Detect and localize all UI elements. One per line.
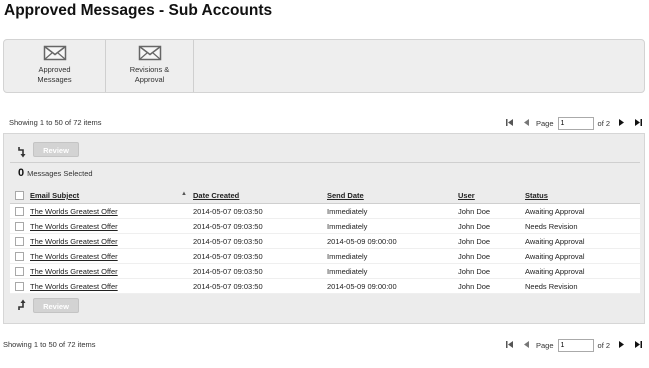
page-of-label: of 2 bbox=[597, 119, 611, 128]
row-checkbox[interactable] bbox=[14, 206, 24, 216]
date-created-cell: 2014-05-07 09:03:50 bbox=[191, 218, 325, 234]
pagination-top: Page of 2 bbox=[505, 117, 643, 130]
messages-panel: Review 0 Messages Selected Email Subject ▲… bbox=[3, 133, 645, 324]
prev-page-icon[interactable] bbox=[523, 118, 530, 129]
last-page-icon[interactable] bbox=[634, 118, 643, 129]
send-date-cell: 2014-05-09 09:00:00 bbox=[325, 233, 456, 249]
page-number-input[interactable] bbox=[557, 117, 594, 130]
page-label: Page bbox=[536, 341, 554, 350]
showing-items-text: Showing 1 to 50 of 72 items bbox=[9, 118, 102, 127]
page-of-label: of 2 bbox=[597, 341, 611, 350]
user-cell: John Doe bbox=[456, 218, 523, 234]
table-row: The Worlds Greatest Offer 2014-05-07 09:… bbox=[10, 263, 640, 279]
select-all-checkbox[interactable] bbox=[14, 191, 24, 201]
row-checkbox[interactable] bbox=[14, 281, 24, 291]
status-cell: Awaiting Approval bbox=[523, 233, 640, 249]
email-subject-link[interactable]: The Worlds Greatest Offer bbox=[30, 267, 118, 276]
toolbar: Approved Messages Revisions & Approval bbox=[3, 39, 645, 93]
toolbar-revisions-approval[interactable]: Revisions & Approval bbox=[106, 40, 194, 92]
divider bbox=[10, 162, 640, 163]
review-button-bottom[interactable]: Review bbox=[33, 298, 79, 313]
date-created-cell: 2014-05-07 09:03:50 bbox=[191, 263, 325, 279]
email-subject-link[interactable]: The Worlds Greatest Offer bbox=[30, 222, 118, 231]
row-checkbox[interactable] bbox=[14, 236, 24, 246]
prev-page-icon[interactable] bbox=[523, 340, 530, 351]
column-header-date-created[interactable]: Date Created bbox=[191, 188, 325, 204]
user-cell: John Doe bbox=[456, 203, 523, 219]
column-header-email-subject[interactable]: Email Subject ▲ bbox=[28, 188, 191, 204]
status-cell: Awaiting Approval bbox=[523, 263, 640, 279]
page-title: Approved Messages - Sub Accounts bbox=[4, 2, 273, 19]
table-row: The Worlds Greatest Offer 2014-05-07 09:… bbox=[10, 218, 640, 234]
date-created-cell: 2014-05-07 09:03:50 bbox=[191, 248, 325, 264]
send-date-cell: Immediately bbox=[325, 263, 456, 279]
toolbar-approved-messages[interactable]: Approved Messages bbox=[4, 40, 106, 92]
row-checkbox[interactable] bbox=[14, 221, 24, 231]
arrow-up-icon bbox=[18, 299, 26, 310]
status-cell: Awaiting Approval bbox=[523, 203, 640, 219]
showing-items-text-bottom: Showing 1 to 50 of 72 items bbox=[3, 340, 96, 349]
next-page-icon[interactable] bbox=[618, 118, 625, 129]
date-created-cell: 2014-05-07 09:03:50 bbox=[191, 278, 325, 294]
page-label: Page bbox=[536, 119, 554, 128]
toolbar-item-label: Approved bbox=[38, 65, 71, 74]
messages-table: Email Subject ▲ Date Created Send Date Us… bbox=[10, 188, 640, 294]
send-date-cell: Immediately bbox=[325, 203, 456, 219]
table-row: The Worlds Greatest Offer 2014-05-07 09:… bbox=[10, 278, 640, 294]
first-page-icon[interactable] bbox=[505, 118, 514, 129]
pagination-bottom: Page of 2 bbox=[505, 339, 643, 352]
page-number-input[interactable] bbox=[557, 339, 594, 352]
arrow-down-icon bbox=[18, 147, 26, 158]
toolbar-item-label: Approval bbox=[134, 75, 165, 84]
row-checkbox[interactable] bbox=[14, 266, 24, 276]
date-created-cell: 2014-05-07 09:03:50 bbox=[191, 233, 325, 249]
email-subject-link[interactable]: The Worlds Greatest Offer bbox=[30, 237, 118, 246]
status-cell: Needs Revision bbox=[523, 218, 640, 234]
send-date-cell: Immediately bbox=[325, 248, 456, 264]
sort-asc-icon: ▲ bbox=[181, 191, 187, 197]
table-header-row: Email Subject ▲ Date Created Send Date Us… bbox=[10, 188, 640, 204]
user-cell: John Doe bbox=[456, 263, 523, 279]
send-date-cell: 2014-05-09 09:00:00 bbox=[325, 278, 456, 294]
send-date-cell: Immediately bbox=[325, 218, 456, 234]
column-header-user[interactable]: User bbox=[456, 188, 523, 204]
last-page-icon[interactable] bbox=[634, 340, 643, 351]
envelope-icon bbox=[138, 45, 161, 61]
envelope-icon bbox=[43, 45, 66, 61]
date-created-cell: 2014-05-07 09:03:50 bbox=[191, 203, 325, 219]
email-subject-link[interactable]: The Worlds Greatest Offer bbox=[30, 282, 118, 291]
email-subject-link[interactable]: The Worlds Greatest Offer bbox=[30, 252, 118, 261]
messages-selected: 0 Messages Selected bbox=[18, 167, 93, 179]
status-cell: Needs Revision bbox=[523, 278, 640, 294]
user-cell: John Doe bbox=[456, 278, 523, 294]
column-header-status[interactable]: Status bbox=[523, 188, 640, 204]
user-cell: John Doe bbox=[456, 248, 523, 264]
user-cell: John Doe bbox=[456, 233, 523, 249]
next-page-icon[interactable] bbox=[618, 340, 625, 351]
table-row: The Worlds Greatest Offer 2014-05-07 09:… bbox=[10, 203, 640, 219]
column-header-send-date[interactable]: Send Date bbox=[325, 188, 456, 204]
toolbar-item-label: Messages bbox=[37, 75, 72, 84]
row-checkbox[interactable] bbox=[14, 251, 24, 261]
selected-count: 0 bbox=[18, 167, 25, 179]
table-row: The Worlds Greatest Offer 2014-05-07 09:… bbox=[10, 233, 640, 249]
selected-label: Messages Selected bbox=[27, 169, 93, 178]
review-button-top[interactable]: Review bbox=[33, 142, 79, 157]
table-row: The Worlds Greatest Offer 2014-05-07 09:… bbox=[10, 248, 640, 264]
toolbar-item-label: Revisions & bbox=[129, 65, 170, 74]
select-all-header bbox=[10, 188, 28, 204]
email-subject-link[interactable]: The Worlds Greatest Offer bbox=[30, 207, 118, 216]
status-cell: Awaiting Approval bbox=[523, 248, 640, 264]
first-page-icon[interactable] bbox=[505, 340, 514, 351]
